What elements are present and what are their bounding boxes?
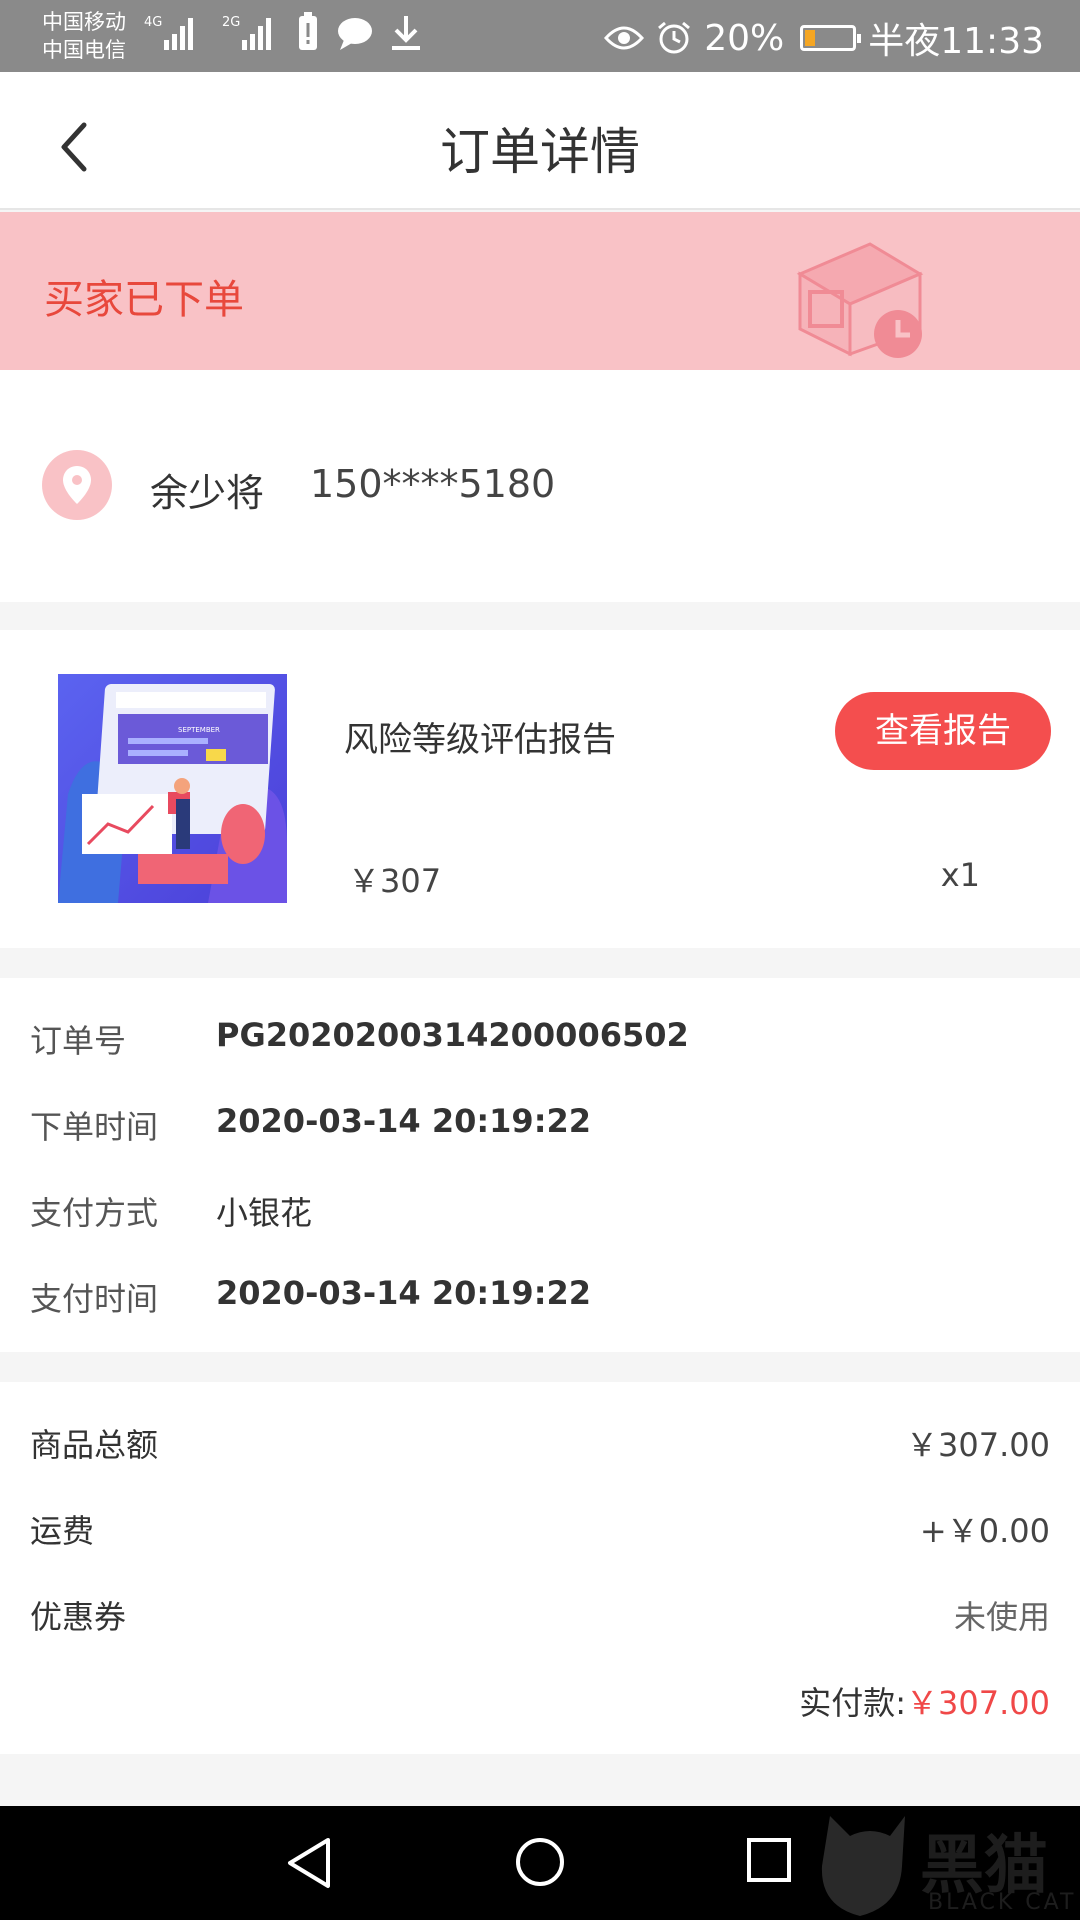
price-summary: 商品总额 ￥307.00 运费 +￥0.00 优惠券 未使用 实付款:￥307.… [0,1382,1080,1754]
location-pin-icon [42,450,112,520]
order-status-banner: 买家已下单 [0,212,1080,370]
shipping-address[interactable]: 余少将 150****5180 [0,370,1080,602]
coupon-label: 优惠券 [30,1598,127,1636]
watermark: 黑猫 BLACK CAT [810,1806,1080,1920]
signal-2g-icon: 2G [222,15,271,50]
product-card: SEPTEMBER 风险等级评估报告 查看报告 ￥307 x1 [0,630,1080,948]
paid-label: 实付款: [799,1684,907,1722]
eye-icon [604,26,645,50]
order-number-row: 订单号 PG2020200314200006502 [0,1008,1080,1068]
status-bar: 中国移动 中国电信 4G 2G 20% 半夜11:33 [0,0,1080,72]
product-price: ￥307 [348,862,442,900]
box-clock-icon [796,242,924,358]
battery-percent: 20% [704,17,785,59]
nav-back-icon[interactable] [284,1836,334,1890]
paid-row: 实付款:￥307.00 [0,1670,1080,1730]
goods-total-label: 商品总额 [30,1426,159,1464]
app-header: 订单详情 [0,72,1080,210]
view-report-button[interactable]: 查看报告 [835,692,1051,770]
battery-alert-icon [299,12,317,50]
goods-total-value: ￥307.00 [906,1426,1050,1464]
carrier-1: 中国移动 [42,10,126,34]
shipping-value: +￥0.00 [919,1512,1050,1550]
cat-logo-icon [821,1816,905,1916]
product-name: 风险等级评估报告 [344,720,616,760]
carrier-labels: 中国移动 中国电信 [42,8,126,64]
order-time-label: 下单时间 [30,1108,159,1146]
shipping-label: 运费 [30,1512,95,1550]
battery-icon [800,25,862,51]
nav-recents-icon[interactable] [746,1836,792,1884]
order-status-text: 买家已下单 [44,277,244,323]
payment-time-label: 支付时间 [30,1280,159,1318]
clock: 半夜11:33 [868,21,1044,62]
recipient-name: 余少将 [150,471,265,515]
recipient-phone: 150****5180 [310,462,556,506]
product-quantity: x1 [940,856,980,894]
product-thumbnail: SEPTEMBER [58,674,287,903]
paid-value: ￥307.00 [906,1684,1050,1722]
order-number-label: 订单号 [30,1022,127,1060]
page-title: 订单详情 [440,123,640,181]
order-info-section: 订单号 PG2020200314200006502 下单时间 2020-03-1… [0,978,1080,1352]
net-1-label: 4G [144,15,162,30]
payment-method-label: 支付方式 [30,1194,159,1232]
shipping-row: 运费 +￥0.00 [0,1498,1080,1558]
status-right: 20% 半夜11:33 [604,12,1044,64]
order-time-value: 2020-03-14 20:19:22 [216,1102,592,1140]
download-icon [392,16,420,50]
alarm-icon [658,21,691,54]
nav-home-icon[interactable] [514,1836,566,1888]
carrier-2: 中国电信 [42,38,126,62]
watermark-sub: BLACK CAT [928,1890,1077,1915]
paid-amount: 实付款:￥307.00 [799,1678,1050,1724]
thumbnail-caption: SEPTEMBER [178,726,220,734]
order-time-row: 下单时间 2020-03-14 20:19:22 [0,1094,1080,1154]
payment-method-value: 小银花 [216,1194,313,1232]
goods-total-row: 商品总额 ￥307.00 [0,1412,1080,1472]
status-icons: 4G 2G [140,10,422,52]
coupon-value: 未使用 [953,1598,1050,1636]
signal-4g-icon: 4G [144,15,193,50]
coupon-row[interactable]: 优惠券 未使用 [0,1584,1080,1644]
battery-fill [805,30,816,46]
payment-time-value: 2020-03-14 20:19:22 [216,1274,592,1312]
payment-method-row: 支付方式 小银花 [0,1180,1080,1240]
payment-time-row: 支付时间 2020-03-14 20:19:22 [0,1266,1080,1326]
order-number-value: PG2020200314200006502 [216,1016,689,1054]
net-2-label: 2G [222,15,240,30]
message-icon [338,18,372,50]
